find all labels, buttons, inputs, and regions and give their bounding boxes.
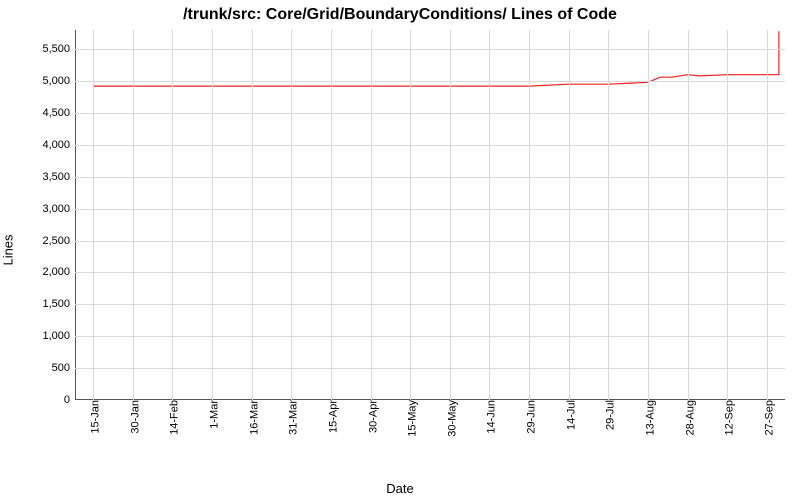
x-tick-label: 13-Aug — [640, 400, 657, 435]
y-axis-label: Lines — [1, 234, 16, 265]
gridline-v — [212, 30, 213, 400]
gridline-v — [252, 30, 253, 400]
gridline-v — [608, 30, 609, 400]
gridline-v — [291, 30, 292, 400]
y-tick-label: 3,000 — [42, 203, 75, 215]
x-axis-label: Date — [0, 481, 800, 496]
gridline-v — [727, 30, 728, 400]
y-tick-label: 1,000 — [42, 330, 75, 342]
y-tick-label: 2,000 — [42, 266, 75, 278]
gridline-h — [75, 272, 785, 273]
x-tick-label: 31-Mar — [283, 400, 300, 435]
plot-area: 05001,0001,5002,0002,5003,0003,5004,0004… — [75, 30, 785, 400]
line-layer — [75, 30, 785, 400]
gridline-v — [648, 30, 649, 400]
y-tick-label: 1,500 — [42, 298, 75, 310]
gridline-h — [75, 336, 785, 337]
x-tick-label: 1-Mar — [203, 400, 220, 429]
y-tick-label: 4,000 — [42, 139, 75, 151]
gridline-h — [75, 241, 785, 242]
gridline-v — [371, 30, 372, 400]
gridline-v — [767, 30, 768, 400]
gridline-v — [93, 30, 94, 400]
gridline-h — [75, 145, 785, 146]
y-tick-label: 5,500 — [42, 43, 75, 55]
x-tick-label: 16-Mar — [243, 400, 260, 435]
gridline-h — [75, 209, 785, 210]
x-tick-label: 12-Sep — [719, 400, 736, 435]
gridline-v — [133, 30, 134, 400]
series-loc — [93, 31, 779, 86]
gridline-v — [172, 30, 173, 400]
x-tick-label: 15-May — [402, 400, 419, 437]
x-tick-label: 14-Jun — [481, 400, 498, 434]
chart-container: /trunk/src: Core/Grid/BoundaryConditions… — [0, 0, 800, 500]
gridline-v — [569, 30, 570, 400]
y-tick-label: 4,500 — [42, 107, 75, 119]
gridline-h — [75, 81, 785, 82]
gridline-v — [331, 30, 332, 400]
x-tick-label: 30-May — [441, 400, 458, 437]
gridline-h — [75, 113, 785, 114]
x-tick-label: 30-Apr — [362, 400, 379, 433]
x-tick-label: 30-Jan — [124, 400, 141, 434]
gridline-h — [75, 177, 785, 178]
x-tick-label: 29-Jun — [521, 400, 538, 434]
gridline-v — [688, 30, 689, 400]
gridline-v — [450, 30, 451, 400]
x-tick-label: 14-Jul — [560, 400, 577, 430]
y-tick-label: 2,500 — [42, 235, 75, 247]
x-tick-label: 29-Jul — [600, 400, 617, 430]
x-tick-label: 14-Feb — [164, 400, 181, 435]
gridline-v — [410, 30, 411, 400]
x-tick-label: 27-Sep — [759, 400, 776, 435]
x-tick-label: 15-Apr — [322, 400, 339, 433]
gridline-v — [529, 30, 530, 400]
gridline-h — [75, 49, 785, 50]
x-tick-label: 28-Aug — [679, 400, 696, 435]
y-tick-label: 0 — [64, 394, 75, 406]
y-tick-label: 500 — [52, 362, 75, 374]
gridline-h — [75, 304, 785, 305]
chart-title: /trunk/src: Core/Grid/BoundaryConditions… — [0, 6, 800, 24]
y-tick-label: 5,000 — [42, 75, 75, 87]
x-tick-label: 15-Jan — [85, 400, 102, 434]
gridline-h — [75, 368, 785, 369]
y-tick-label: 3,500 — [42, 171, 75, 183]
gridline-v — [489, 30, 490, 400]
